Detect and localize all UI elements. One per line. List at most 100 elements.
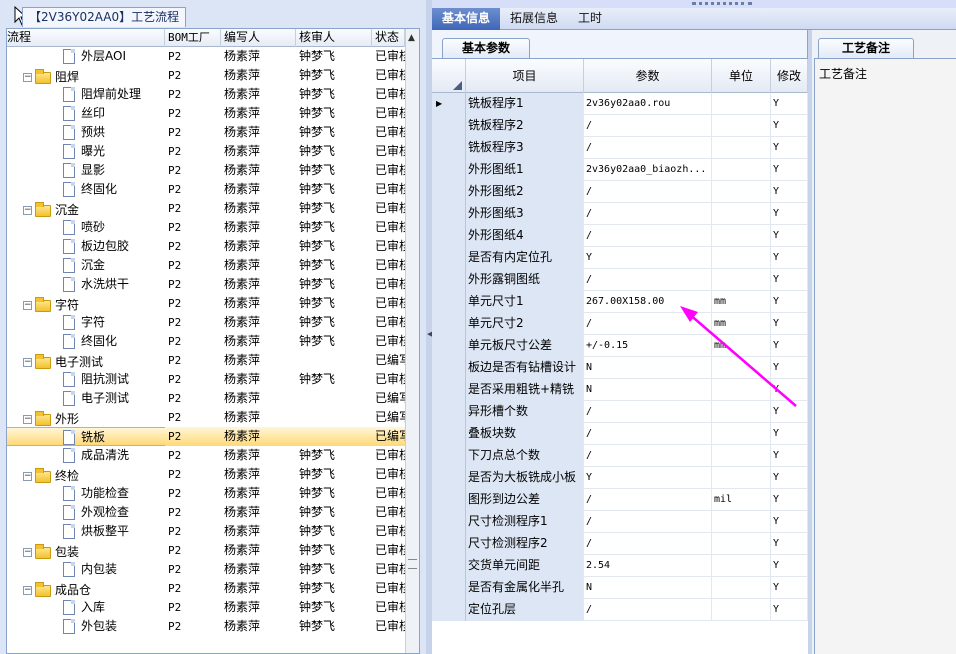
row-selector[interactable] bbox=[432, 313, 466, 335]
param-unit-cell[interactable]: mm bbox=[712, 335, 771, 357]
param-row[interactable]: 外形图纸2/ Y bbox=[432, 181, 808, 203]
param-unit-cell[interactable] bbox=[712, 599, 771, 621]
param-modify-cell[interactable]: Y bbox=[771, 599, 808, 621]
param-unit-cell[interactable] bbox=[712, 225, 771, 247]
tree-row[interactable]: 电子测试 P2 杨素萍 已编写 bbox=[7, 389, 405, 408]
param-unit-cell[interactable] bbox=[712, 511, 771, 533]
tree-row[interactable]: 板边包胶 P2 杨素萍 钟梦飞 已审核 bbox=[7, 237, 405, 256]
param-row[interactable]: 交货单元间距 2.54 Y bbox=[432, 555, 808, 577]
param-modify-cell[interactable]: Y bbox=[771, 467, 808, 489]
param-unit-cell[interactable] bbox=[712, 445, 771, 467]
col-header-unit[interactable]: 单位 bbox=[712, 59, 771, 93]
param-row[interactable]: 是否为大板铣成小板 Y Y bbox=[432, 467, 808, 489]
param-value-cell[interactable]: 2.54 bbox=[584, 555, 712, 577]
param-unit-cell[interactable] bbox=[712, 181, 771, 203]
tree-row[interactable]: 成品清洗 P2 杨素萍 钟梦飞 已审核 bbox=[7, 446, 405, 465]
tree-row[interactable]: 喷砂 P2 杨素萍 钟梦飞 已审核 bbox=[7, 218, 405, 237]
row-selector[interactable] bbox=[432, 555, 466, 577]
grid-corner[interactable] bbox=[432, 59, 466, 93]
tree-row[interactable]: 水洗烘干 P2 杨素萍 钟梦飞 已审核 bbox=[7, 275, 405, 294]
param-modify-cell[interactable]: Y bbox=[771, 555, 808, 577]
row-selector[interactable] bbox=[432, 335, 466, 357]
collapse-icon[interactable]: − bbox=[23, 415, 32, 424]
param-unit-cell[interactable] bbox=[712, 533, 771, 555]
process-tree[interactable]: 流程 BOM工厂 编写人 核审人 状态 外层AOIP2杨素萍钟梦飞已审核−阻焊P… bbox=[6, 28, 420, 654]
param-modify-cell[interactable]: Y bbox=[771, 489, 808, 511]
col-header-flow[interactable]: 流程 bbox=[7, 29, 165, 47]
tree-node[interactable]: 字符 bbox=[7, 313, 165, 332]
param-modify-cell[interactable]: Y bbox=[771, 247, 808, 269]
param-row[interactable]: 外形图纸1 2v36y02aa0_biaozh... Y bbox=[432, 159, 808, 181]
tree-row[interactable]: 显影 P2 杨素萍 钟梦飞 已审核 bbox=[7, 161, 405, 180]
param-modify-cell[interactable]: Y bbox=[771, 379, 808, 401]
param-modify-cell[interactable]: Y bbox=[771, 115, 808, 137]
row-selector[interactable] bbox=[432, 291, 466, 313]
param-row[interactable]: 外形图纸3/ Y bbox=[432, 203, 808, 225]
tree-node[interactable]: 阻焊前处理 bbox=[7, 85, 165, 104]
param-value-cell[interactable]: / bbox=[584, 489, 712, 511]
tree-node[interactable]: 烘板整平 bbox=[7, 522, 165, 541]
param-row[interactable]: 铣板程序3/ Y bbox=[432, 137, 808, 159]
param-unit-cell[interactable]: mm bbox=[712, 291, 771, 313]
param-value-cell[interactable]: / bbox=[584, 203, 712, 225]
tree-node[interactable]: 铣板 bbox=[7, 427, 165, 446]
row-selector[interactable]: ▶ bbox=[432, 93, 466, 115]
tree-node[interactable]: − 终检 bbox=[7, 465, 165, 484]
row-selector[interactable] bbox=[432, 401, 466, 423]
param-value-cell[interactable]: / bbox=[584, 533, 712, 555]
param-value-cell[interactable]: / bbox=[584, 445, 712, 467]
param-row[interactable]: 尺寸检测程序1/ Y bbox=[432, 511, 808, 533]
param-unit-cell[interactable] bbox=[712, 203, 771, 225]
col-header-modify[interactable]: 修改 bbox=[771, 59, 808, 93]
tree-row[interactable]: 丝印 P2 杨素萍 钟梦飞 已审核 bbox=[7, 104, 405, 123]
tab-extended-info[interactable]: 拓展信息 bbox=[500, 8, 568, 30]
param-value-cell[interactable]: N bbox=[584, 379, 712, 401]
param-modify-cell[interactable]: Y bbox=[771, 357, 808, 379]
row-selector[interactable] bbox=[432, 379, 466, 401]
tree-row[interactable]: 入库 P2 杨素萍 钟梦飞 已审核 bbox=[7, 598, 405, 617]
tab-basic-params[interactable]: 基本参数 bbox=[442, 38, 530, 58]
param-value-cell[interactable]: / bbox=[584, 269, 712, 291]
row-selector[interactable] bbox=[432, 203, 466, 225]
col-header-param[interactable]: 参数 bbox=[584, 59, 712, 93]
tree-node[interactable]: 曝光 bbox=[7, 142, 165, 161]
param-value-cell[interactable]: / bbox=[584, 313, 712, 335]
tree-node[interactable]: 外层AOI bbox=[7, 47, 165, 66]
param-row[interactable]: 铣板程序2/ Y bbox=[432, 115, 808, 137]
tree-row[interactable]: 沉金 P2 杨素萍 钟梦飞 已审核 bbox=[7, 256, 405, 275]
param-unit-cell[interactable] bbox=[712, 159, 771, 181]
params-grid[interactable]: 项目 参数 单位 修改 ▶ 铣板程序1 2v36y02aa0.rou Y 铣板程序2/Y… bbox=[432, 58, 808, 654]
tree-row[interactable]: 铣板 P2杨素萍 已编写 bbox=[7, 427, 405, 446]
row-selector[interactable] bbox=[432, 577, 466, 599]
tree-node[interactable]: 外观检查 bbox=[7, 503, 165, 522]
param-value-cell[interactable]: +/-0.15 bbox=[584, 335, 712, 357]
param-unit-cell[interactable]: mm bbox=[712, 313, 771, 335]
param-unit-cell[interactable] bbox=[712, 379, 771, 401]
tree-node[interactable]: − 沉金 bbox=[7, 199, 165, 218]
row-selector[interactable] bbox=[432, 137, 466, 159]
tree-row[interactable]: 功能检查 P2 杨素萍 钟梦飞 已审核 bbox=[7, 484, 405, 503]
param-row[interactable]: 外形图纸4/ Y bbox=[432, 225, 808, 247]
param-modify-cell[interactable]: Y bbox=[771, 137, 808, 159]
param-value-cell[interactable]: / bbox=[584, 423, 712, 445]
param-value-cell[interactable]: / bbox=[584, 137, 712, 159]
row-selector[interactable] bbox=[432, 489, 466, 511]
tree-row[interactable]: − 电子测试 P2 杨素萍 已编写 bbox=[7, 351, 405, 370]
tree-row[interactable]: 外观检查 P2 杨素萍 钟梦飞 已审核 bbox=[7, 503, 405, 522]
row-selector[interactable] bbox=[432, 511, 466, 533]
param-value-cell[interactable]: / bbox=[584, 225, 712, 247]
param-value-cell[interactable]: 2v36y02aa0.rou bbox=[584, 93, 712, 115]
collapse-icon[interactable]: − bbox=[23, 73, 32, 82]
param-row[interactable]: 图形到边公差 / mil Y bbox=[432, 489, 808, 511]
param-value-cell[interactable]: Y bbox=[584, 467, 712, 489]
tree-row[interactable]: − 沉金 P2 杨素萍 钟梦飞 已审核 bbox=[7, 199, 405, 218]
collapse-icon[interactable]: − bbox=[23, 548, 32, 557]
row-selector[interactable] bbox=[432, 269, 466, 291]
param-modify-cell[interactable]: Y bbox=[771, 93, 808, 115]
tree-row[interactable]: 曝光 P2 杨素萍 钟梦飞 已审核 bbox=[7, 142, 405, 161]
param-row[interactable]: 单元板尺寸公差 +/-0.15 mm Y bbox=[432, 335, 808, 357]
col-header-reviewer[interactable]: 核审人 bbox=[296, 29, 372, 47]
param-value-cell[interactable]: / bbox=[584, 599, 712, 621]
tree-row[interactable]: 阻焊前处理 P2 杨素萍 钟梦飞 已审核 bbox=[7, 85, 405, 104]
param-row[interactable]: 外形露铜图纸 / Y bbox=[432, 269, 808, 291]
